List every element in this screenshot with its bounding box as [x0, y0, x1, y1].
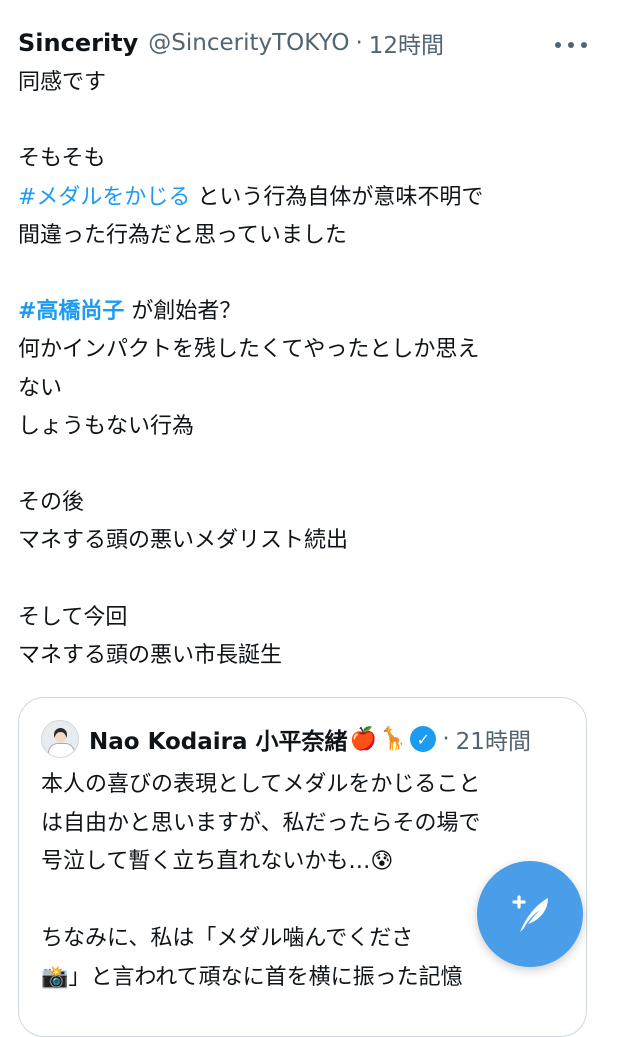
tweet-line: 何かインパクトを残したくてやったとしか思え	[18, 337, 480, 363]
tweet-line	[18, 560, 593, 598]
author-handle[interactable]: @SincerityTOKYO	[148, 30, 349, 56]
quoted-tweet-card[interactable]: Nao Kodaira 小平奈緒 🍎 🦒 ✓ · 21時間 本人の喜びの表現とし…	[18, 697, 587, 1037]
tweet-timestamp[interactable]: 12時間	[369, 26, 444, 60]
quoted-tweet-timestamp[interactable]: 21時間	[456, 722, 531, 756]
giraffe-emoji-icon: 🦒	[378, 726, 407, 752]
tweet-line: 同感です	[18, 70, 107, 95]
tweet-line: マネする頭の悪い市長誕生	[18, 642, 283, 668]
quoted-line: 📸」と言われて頑なに首を横に振った記憶	[41, 964, 463, 990]
tweet-line: そもそも	[18, 146, 106, 172]
quoted-tweet-header: Nao Kodaira 小平奈緒 🍎 🦒 ✓ · 21時間	[41, 720, 531, 758]
tweet-line	[18, 446, 593, 484]
author-name[interactable]: Sincerity	[18, 29, 138, 57]
tweet-line	[18, 102, 593, 140]
tweet-line: #高橋尚子 が創始者？	[18, 299, 242, 325]
separator-dot: ·	[442, 726, 450, 752]
compose-tweet-button[interactable]	[477, 861, 583, 967]
quoted-line: 本人の喜びの表現としてメダルをかじること	[41, 772, 481, 797]
tweet-line	[18, 255, 593, 293]
tweet-line: そして今回	[18, 604, 128, 630]
verified-badge-icon: ✓	[410, 726, 437, 752]
tweet-line: ない	[18, 375, 63, 401]
tweet-line: しょうもない行為	[18, 413, 195, 439]
quoted-author-name[interactable]: Nao Kodaira 小平奈緒	[89, 722, 348, 756]
tweet-line: #メダルをかじる という行為自体が意味不明で	[18, 184, 484, 210]
avatar[interactable]	[41, 720, 79, 758]
compose-feather-icon	[512, 895, 548, 932]
hashtag-link[interactable]: #高橋尚子	[18, 299, 124, 324]
apple-emoji-icon: 🍎	[349, 726, 377, 752]
tweet-line: マネする頭の悪いメダリスト続出	[18, 528, 349, 554]
more-horizontal-icon[interactable]	[555, 30, 587, 60]
separator-dot: ·	[355, 30, 363, 56]
tweet-line: 間違った行為だと思っていました	[18, 222, 347, 248]
tweet-text: 同感です そもそも #メダルをかじる という行為自体が意味不明で 間違った行為だ…	[18, 64, 593, 675]
tweet-header: Sincerity @SincerityTOKYO · 12時間	[18, 26, 598, 60]
tweet-line: その後	[18, 490, 85, 516]
hashtag-link[interactable]: #メダルをかじる	[18, 185, 190, 210]
quoted-line: は自由かと思いますが、私だったらその場で	[41, 810, 481, 836]
